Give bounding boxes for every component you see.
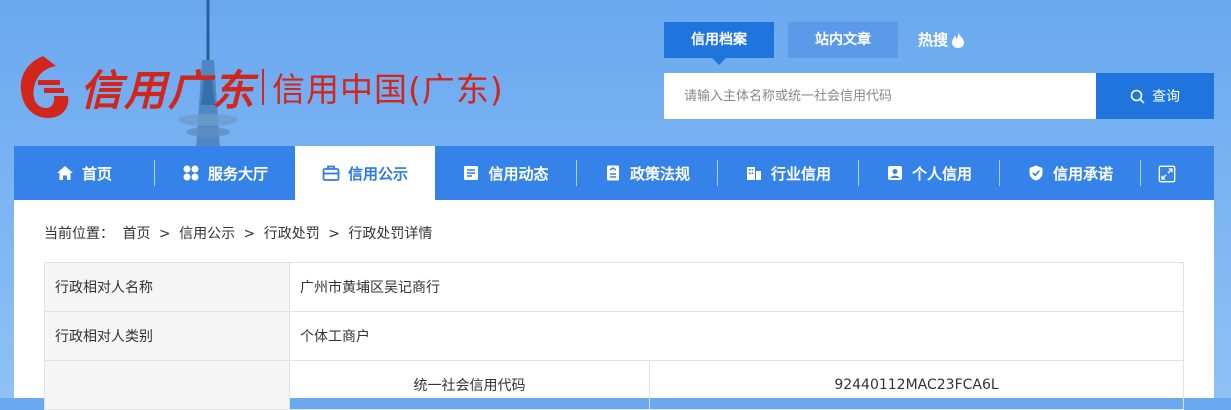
- nav-label-credit-publicity: 信用公示: [347, 164, 408, 183]
- search-tabs: 信用档案 站内文章 热搜: [664, 22, 965, 65]
- nav-label-industry-credit: 行业信用: [770, 164, 831, 183]
- logo-divider: [262, 69, 265, 105]
- row-value: 广州市黄埔区吴记商行: [289, 262, 1184, 312]
- expand-icon: [1158, 164, 1176, 183]
- row-value: 个体工商户: [289, 311, 1184, 361]
- nav-label-policy-regulations: 政策法规: [629, 164, 690, 183]
- search-button-label: 查询: [1152, 89, 1180, 105]
- tab-site-articles[interactable]: 站内文章: [788, 22, 898, 58]
- breadcrumb-current: 行政处罚详情: [348, 226, 433, 242]
- logo-brand-text: 信用中国(广东): [272, 70, 504, 109]
- briefcase-icon: [322, 164, 340, 182]
- search-icon: [1130, 89, 1145, 104]
- content-panel: 当前位置： 首页 > 信用公示 > 行政处罚 > 行政处罚详情 行政相对人名称 …: [14, 200, 1214, 410]
- nav-expand-button[interactable]: [1141, 146, 1193, 200]
- site-logo[interactable]: 信用广东 信用中国(广东): [14, 52, 504, 122]
- document-icon: [604, 164, 622, 182]
- breadcrumb-admin-penalty[interactable]: 行政处罚: [264, 226, 320, 242]
- main-nav: 首页 服务大厅 信用公示 信用动态 政策法规 行业信用 个人信用 信用承诺: [14, 146, 1214, 200]
- logo-brand-cn: 信用广东: [80, 65, 257, 115]
- nav-item-policy-regulations[interactable]: 政策法规: [577, 146, 717, 200]
- breadcrumb-prefix: 当前位置：: [44, 226, 114, 242]
- penalty-detail-table: 行政相对人名称 广州市黄埔区吴记商行 行政相对人类别 个体工商户 统一社会信用代…: [44, 262, 1184, 410]
- nav-item-service-hall[interactable]: 服务大厅: [155, 146, 295, 200]
- breadcrumb-separator: >: [158, 226, 171, 242]
- table-row: 行政相对人类别 个体工商户: [44, 311, 1184, 361]
- shield-icon: [1027, 164, 1045, 182]
- row-label-empty: [44, 360, 290, 410]
- table-row: 行政相对人名称 广州市黄埔区吴记商行: [44, 262, 1184, 312]
- nav-item-credit-commitment[interactable]: 信用承诺: [1000, 146, 1140, 200]
- nav-label-service-hall: 服务大厅: [207, 164, 268, 183]
- hot-search-label: 热搜: [918, 31, 949, 49]
- news-icon: [462, 164, 480, 182]
- tab-credit-archive[interactable]: 信用档案: [664, 22, 774, 65]
- nav-item-credit-publicity[interactable]: 信用公示: [295, 146, 435, 200]
- nav-label-credit-commitment: 信用承诺: [1052, 164, 1113, 183]
- building-icon: [745, 164, 763, 182]
- flame-icon: [952, 32, 965, 48]
- breadcrumb-home[interactable]: 首页: [122, 226, 150, 242]
- breadcrumb-separator: >: [328, 226, 340, 242]
- search-bar: 查询: [664, 73, 1214, 119]
- breadcrumb-separator: >: [243, 226, 256, 242]
- search-button[interactable]: 查询: [1096, 73, 1214, 119]
- home-icon: [56, 164, 74, 182]
- breadcrumb-credit-publicity[interactable]: 信用公示: [179, 226, 235, 242]
- nav-label-personal-credit: 个人信用: [911, 164, 972, 183]
- breadcrumb: 当前位置： 首页 > 信用公示 > 行政处罚 > 行政处罚详情: [44, 223, 436, 243]
- logo-emblem-icon: [20, 56, 69, 118]
- grid-icon: [182, 164, 200, 182]
- sub-row-label: 统一社会信用代码: [289, 360, 650, 410]
- nav-label-credit-news: 信用动态: [488, 164, 549, 183]
- nav-item-home[interactable]: 首页: [14, 146, 154, 200]
- search-input[interactable]: [664, 73, 1096, 119]
- row-label: 行政相对人名称: [44, 262, 290, 312]
- hot-search-link[interactable]: 热搜: [918, 22, 965, 58]
- sub-row-value: 92440112MAC23FCA6L: [649, 360, 1184, 410]
- nav-label-home: 首页: [81, 164, 112, 183]
- id-card-icon: [886, 164, 904, 182]
- table-row: 统一社会信用代码 92440112MAC23FCA6L: [44, 360, 1184, 410]
- nav-item-personal-credit[interactable]: 个人信用: [859, 146, 999, 200]
- nav-item-industry-credit[interactable]: 行业信用: [718, 146, 858, 200]
- row-label: 行政相对人类别: [44, 311, 290, 361]
- nav-item-credit-news[interactable]: 信用动态: [435, 146, 576, 200]
